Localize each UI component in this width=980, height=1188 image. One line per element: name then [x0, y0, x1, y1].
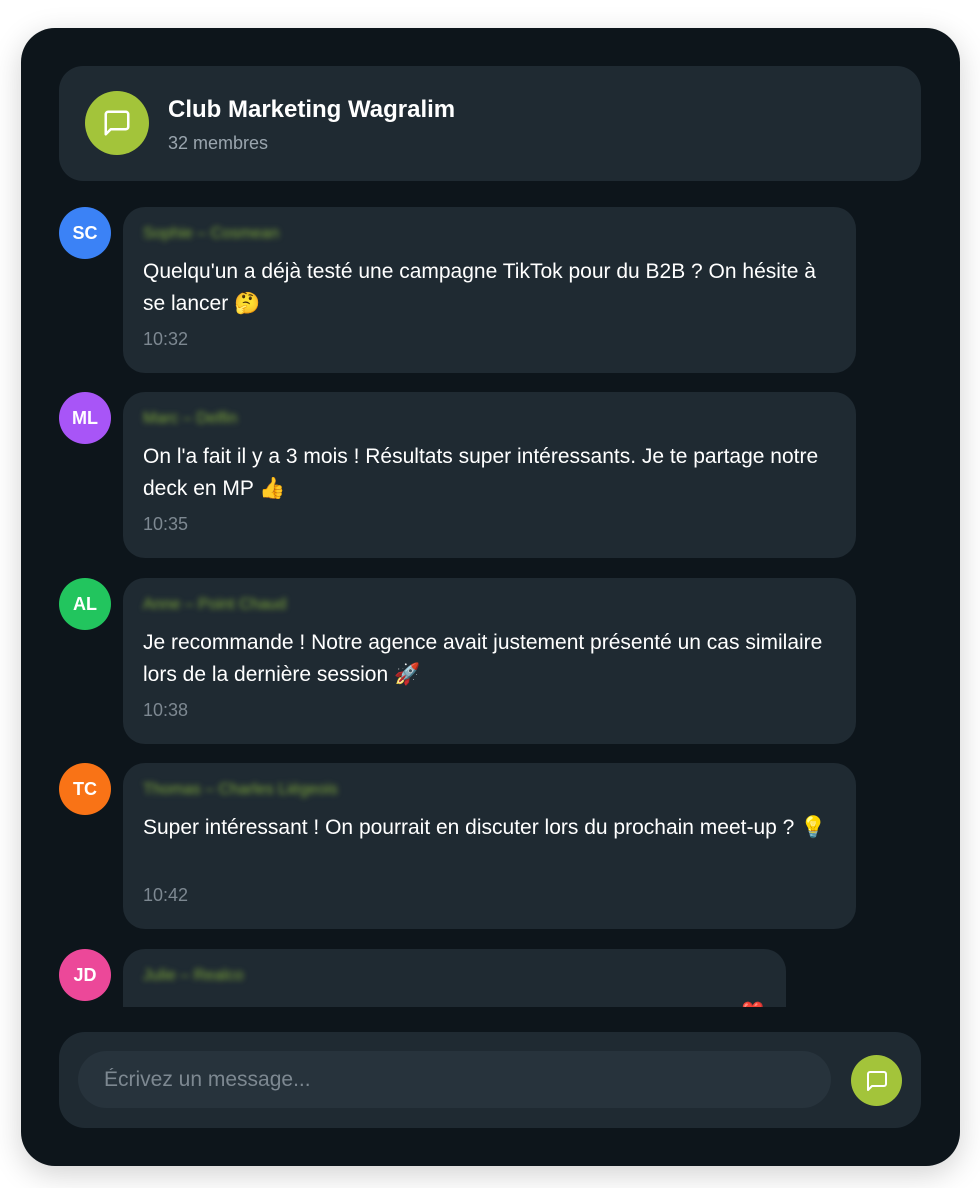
avatar: TC	[59, 763, 111, 815]
message-text: Je recommande ! Notre agence avait juste…	[143, 631, 823, 686]
message-square-icon	[866, 1070, 887, 1091]
avatar: JD	[59, 949, 111, 1001]
message-time: 10:35	[143, 514, 189, 534]
message-list[interactable]: SC Sophie – Cosmean Quelqu'un a déjà tes…	[21, 203, 960, 1007]
message-bubble: Anne – Point Chaud Je recommande ! Notre…	[123, 578, 856, 744]
message-text: On l'a fait il y a 3 mois ! Résultats su…	[143, 445, 819, 500]
sender-name: Marc – Delfin	[143, 410, 238, 427]
message-text: Super intéressant ! On pourrait en discu…	[143, 816, 827, 839]
message-input[interactable]	[78, 1051, 831, 1108]
message-bubble: Julie – Realco ❤️	[123, 949, 786, 1007]
sender-name: Thomas – Charles Liégeois	[143, 781, 338, 798]
group-name: Club Marketing Wagralim	[168, 96, 456, 123]
chat-header: Club Marketing Wagralim 32 membres	[59, 66, 921, 181]
sender-name: Julie – Realco	[143, 967, 244, 984]
sender-name: Anne – Point Chaud	[143, 596, 287, 613]
chat-window: Club Marketing Wagralim 32 membres SC So…	[21, 28, 960, 1166]
avatar: SC	[59, 207, 111, 259]
message-bubble: Sophie – Cosmean Quelqu'un a déjà testé …	[123, 207, 856, 373]
message-time: 10:32	[143, 329, 189, 349]
message-text: Quelqu'un a déjà testé une campagne TikT…	[143, 260, 816, 315]
message-text: ❤️	[742, 995, 764, 1007]
avatar: ML	[59, 392, 111, 444]
message-time: 10:42	[143, 885, 189, 905]
message-bubble: Marc – Delfin On l'a fait il y a 3 mois …	[123, 392, 856, 558]
message-bubble: Thomas – Charles Liégeois Super intéress…	[123, 763, 856, 929]
send-button[interactable]	[851, 1055, 902, 1106]
avatar: AL	[59, 578, 111, 630]
sender-name: Sophie – Cosmean	[143, 225, 280, 242]
message-time: 10:38	[143, 700, 189, 720]
composer-bar	[59, 1032, 921, 1128]
member-count: 32 membres	[168, 133, 269, 153]
message-square-icon	[85, 91, 149, 155]
